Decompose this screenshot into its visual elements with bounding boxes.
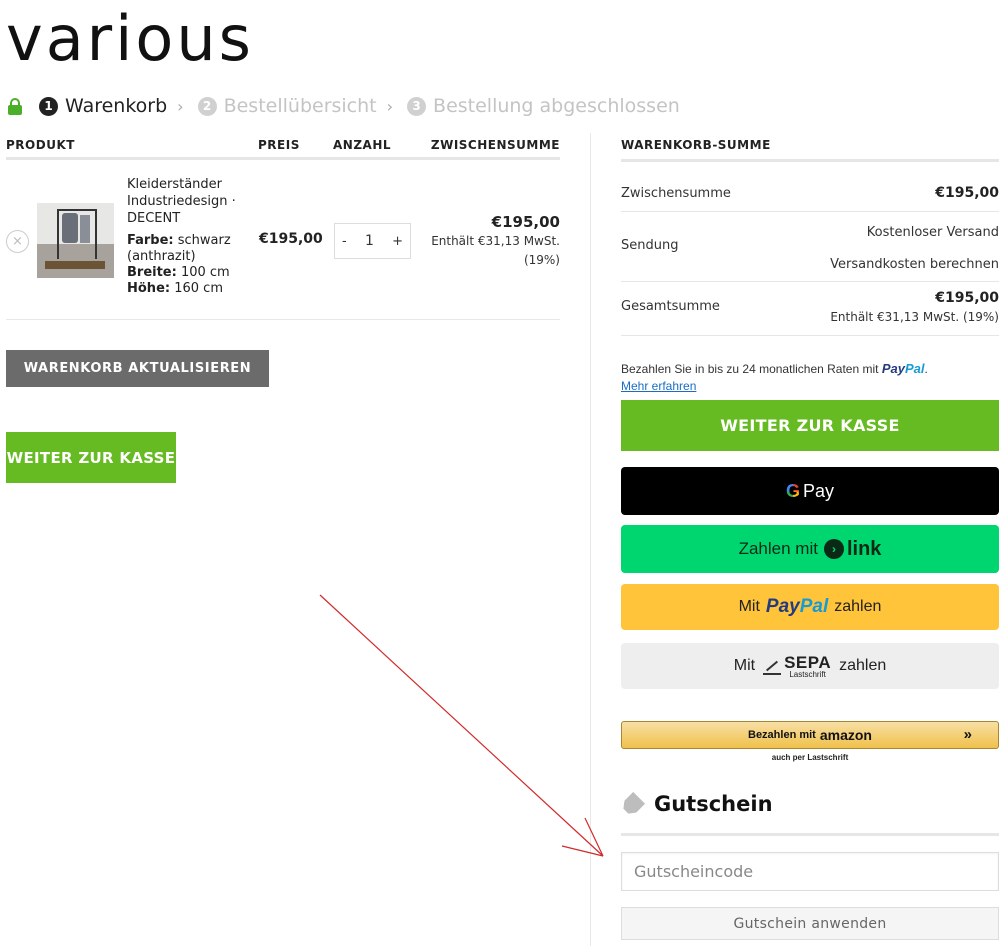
gpay-label: Pay — [802, 480, 835, 501]
col-price: PREIS — [258, 138, 300, 152]
totals-shipping-row: Sendung Kostenloser Versand Versandkoste… — [621, 212, 999, 282]
shipping-option: Kostenloser Versand — [866, 225, 999, 240]
tax-rate: (19%) — [523, 253, 560, 267]
attr-key: Höhe: — [127, 281, 171, 296]
sepa-button[interactable]: Mit SEPA Lastschrift zahlen — [621, 643, 999, 689]
col-product: PRODUKT — [6, 138, 75, 152]
step-label: Warenkorb — [65, 95, 168, 117]
amazon-logo: amazon — [819, 727, 872, 743]
step-label: Bestellung abgeschlossen — [433, 95, 680, 117]
subtotal-amount: €195,00 — [491, 213, 560, 231]
attr-key: Breite: — [127, 265, 177, 280]
attr-key: Farbe: — [127, 233, 174, 248]
shipping-calculator-link[interactable]: Versandkosten berechnen — [830, 257, 999, 272]
google-g-icon: G — [785, 480, 800, 501]
qty-plus-button[interactable]: + — [392, 234, 403, 249]
link-prefix: Zahlen mit — [738, 539, 818, 558]
step-review: 2 Bestellübersicht — [197, 95, 377, 117]
total-value: €195,00 — [935, 290, 999, 306]
checkout-button[interactable]: WEITER ZUR KASSE — [621, 400, 999, 451]
step-number: 2 — [197, 96, 217, 116]
totals-label: Zwischensumme — [621, 186, 731, 201]
paypal-logo: PayPal — [765, 596, 829, 617]
lock-icon — [8, 97, 22, 115]
totals-subtotal-row: Zwischensumme €195,00 — [621, 162, 999, 212]
sepa-logo-icon: SEPA Lastschrift — [763, 654, 831, 679]
coupon-heading: Gutschein — [621, 792, 999, 836]
qty-minus-button[interactable]: - — [342, 234, 347, 249]
update-cart-button[interactable]: WARENKORB AKTUALISIEREN — [6, 350, 269, 387]
double-chevron-icon: » — [963, 726, 972, 743]
amazon-subnote: auch per Lastschrift — [771, 753, 849, 762]
link-pay-button[interactable]: Zahlen mit › link — [621, 525, 999, 573]
paypal-logo: PayPal — [881, 361, 925, 376]
quantity-stepper: - 1 + — [334, 223, 411, 259]
step-number: 3 — [407, 96, 427, 116]
item-subtotal: €195,00 Enthält €31,13 MwSt. (19%) — [431, 213, 560, 270]
cart-table-header: PRODUKT PREIS ANZAHL ZWISCHENSUMME — [6, 138, 560, 160]
google-pay-button[interactable]: G Pay — [621, 467, 999, 515]
attr-value: 100 cm — [180, 265, 230, 280]
attr-value: 160 cm — [174, 281, 223, 296]
item-price: €195,00 — [259, 231, 323, 247]
tag-icon — [620, 792, 645, 817]
link-wordmark: link — [846, 537, 882, 560]
learn-more-link[interactable]: Mehr erfahren — [621, 379, 696, 393]
totals-label: Sendung — [621, 238, 679, 253]
product-attributes: Farbe: schwarz (anthrazit) Breite: 100 c… — [127, 233, 247, 297]
chevron-right-icon: › — [177, 96, 184, 116]
paypal-installments-note: Bezahlen Sie in bis zu 24 monatlichen Ra… — [621, 361, 928, 393]
installments-text: Bezahlen Sie in bis zu 24 monatlichen Ra… — [621, 362, 879, 376]
paypal-button[interactable]: Mit PayPal zahlen — [621, 584, 999, 630]
col-subtotal: ZWISCHENSUMME — [430, 138, 560, 152]
cart-totals-heading: WARENKORB-SUMME — [621, 138, 999, 162]
checkout-steps: 1 Warenkorb › 2 Bestellübersicht › 3 Bes… — [8, 94, 680, 118]
chevron-right-icon: › — [386, 96, 394, 116]
totals-value: €195,00 — [935, 185, 999, 201]
link-arrow-icon: › — [823, 539, 844, 559]
checkout-button[interactable]: WEITER ZUR KASSE — [6, 432, 176, 483]
step-complete: 3 Bestellung abgeschlossen — [407, 95, 680, 117]
product-name-link[interactable]: Kleiderständer Industriedesign · DECENT — [127, 176, 247, 227]
qty-input[interactable]: 1 — [365, 233, 374, 249]
product-thumbnail[interactable] — [37, 203, 114, 278]
table-row: × Kleiderständer Industriedesign · DECEN… — [6, 160, 560, 320]
tax-note: Enthält €31,13 MwSt. — [431, 234, 560, 248]
step-cart[interactable]: 1 Warenkorb — [39, 95, 167, 117]
step-number: 1 — [39, 96, 58, 116]
brand-logo[interactable]: various — [6, 2, 254, 75]
remove-item-icon[interactable]: × — [6, 230, 29, 253]
amazon-pay-button[interactable]: Bezahlen mit amazon » — [621, 721, 999, 749]
apply-coupon-button[interactable]: Gutschein anwenden — [621, 907, 999, 940]
step-label: Bestellübersicht — [223, 95, 377, 117]
totals-total-row: Gesamtsumme €195,00 Enthält €31,13 MwSt.… — [621, 282, 999, 336]
coupon-code-input[interactable] — [621, 852, 999, 891]
column-divider — [590, 133, 591, 946]
col-qty: ANZAHL — [333, 138, 392, 152]
total-tax-note: Enthält €31,13 MwSt. (19%) — [830, 310, 999, 324]
totals-label: Gesamtsumme — [621, 299, 720, 314]
